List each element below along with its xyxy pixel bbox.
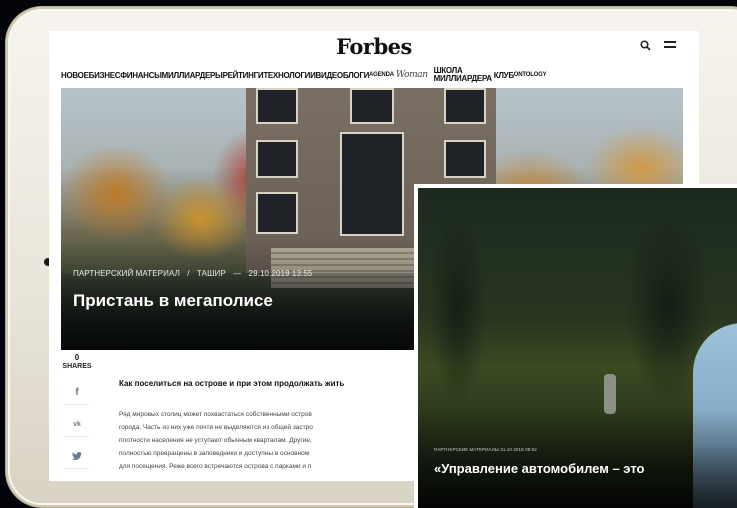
shares-label: SHARES [62,363,92,370]
vk-icon: vk [73,421,81,428]
nav-item-блоги[interactable]: БЛОГИ [343,71,369,80]
hero-category[interactable]: ПАРТНЕРСКИЙ МАТЕРИАЛ [73,269,180,278]
article-line: для посещения. Реже всего встречаются ос… [119,463,312,470]
vk-share-button[interactable]: vk [65,413,89,437]
nav-item-технологии[interactable]: ТЕХНОЛОГИИ [263,71,316,80]
nav-item-ontology[interactable]: ONTOLOGY [514,72,547,78]
article-line: города. Часть из них уже почти не выделя… [119,424,313,431]
share-column: 0 SHARES f vk [61,351,93,481]
article-body: Ряд мировых столиц может похвастаться со… [119,408,429,473]
nav-item-новое[interactable]: НОВОЕ [61,71,89,80]
hero-partner[interactable]: ТАШИР [197,269,226,278]
video-title[interactable]: «Управление автомобилем – это [434,461,644,476]
forbes-logo[interactable]: Forbes [49,34,699,59]
menu-icon[interactable] [664,41,676,51]
nav-item-миллиардеры[interactable]: МИЛЛИАРДЕРЫ [162,71,223,80]
meta-dash: — [233,269,242,278]
nav-item-клуб[interactable]: КЛУБ [494,71,514,80]
hero-date: 29.10.2019 13:55 [248,269,313,278]
article-line: плотности населения не уступают обычным … [119,437,312,444]
twitter-icon [72,452,82,461]
video-overlay[interactable]: ПАРТНЕРСКИЕ МАТЕРИАЛЫ 31.10.2019 08:52 «… [414,184,737,508]
nav-item-school[interactable]: ШКОЛА МИЛЛИАРДЕРА [434,67,492,83]
nav-item-бизнес[interactable]: БИЗНЕС [89,71,121,80]
twitter-share-button[interactable] [65,445,89,469]
nav-item-agenda[interactable]: AGENDA [369,72,394,78]
nav-item-видео[interactable]: ВИДЕО [316,71,344,80]
article-line: Ряд мировых столиц может похвастаться со… [119,411,312,418]
facebook-share-button[interactable]: f [65,381,89,405]
site-header: Forbes [49,31,699,61]
nav-item-миллиардера[interactable]: МИЛЛИАРДЕРА [434,75,492,83]
hero-title[interactable]: Пристань в мегаполисе [73,291,273,311]
video-shade [418,408,737,508]
nav-item-финансы[interactable]: ФИНАНСЫ [120,71,162,80]
article-line: полностью превращены в заповедники и дос… [119,450,310,457]
facebook-icon: f [75,387,79,398]
main-nav: НОВОЕ БИЗНЕС ФИНАНСЫ МИЛЛИАРДЕРЫ РЕЙТИНГИ ТЕХ… [61,66,695,84]
article-lead: Как поселиться на острове и при этом про… [119,379,345,388]
nav-item-рейтинги[interactable]: РЕЙТИНГИ [223,71,264,80]
nav-item-woman[interactable]: Woman [396,70,428,80]
shares-count: 0 [74,353,80,362]
hero-meta: ПАРТНЕРСКИЙ МАТЕРИАЛ / ТАШИР — 29.10.201… [73,269,312,278]
meta-separator: / [187,269,190,278]
video-meta: ПАРТНЕРСКИЕ МАТЕРИАЛЫ 31.10.2019 08:52 [434,447,537,452]
search-icon[interactable] [640,40,651,51]
